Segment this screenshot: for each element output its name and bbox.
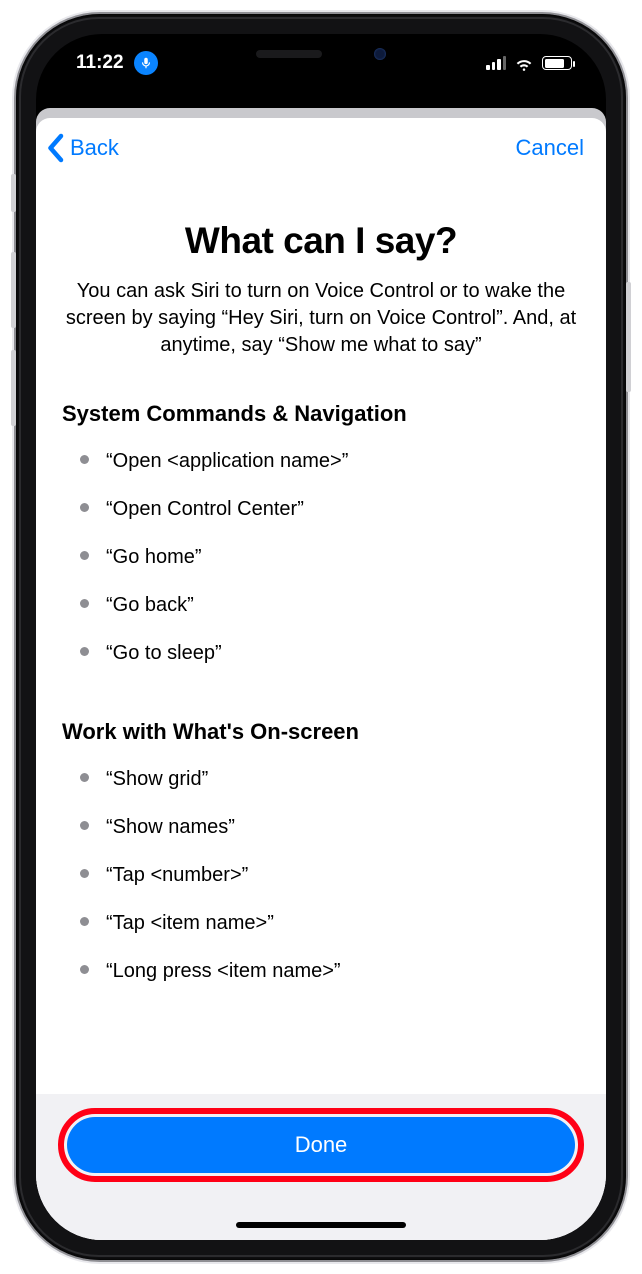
list-item: “Show grid” bbox=[80, 767, 580, 791]
screen: 11:22 Back Cancel bbox=[36, 34, 606, 1240]
footer-bar: Done bbox=[36, 1094, 606, 1240]
page-subtitle: You can ask Siri to turn on Voice Contro… bbox=[64, 278, 578, 359]
home-indicator[interactable] bbox=[236, 1222, 406, 1228]
cancel-button[interactable]: Cancel bbox=[512, 131, 588, 165]
list-item: “Long press <item name>” bbox=[80, 959, 580, 983]
page-title: What can I say? bbox=[62, 220, 580, 262]
done-button-highlight: Done bbox=[58, 1108, 584, 1182]
earpiece-speaker bbox=[256, 50, 322, 58]
section-heading-onscreen: Work with What's On-screen bbox=[62, 719, 580, 745]
list-item: “Tap <number>” bbox=[80, 863, 580, 887]
list-item: “Go home” bbox=[80, 545, 580, 569]
nav-bar: Back Cancel bbox=[36, 118, 606, 178]
volume-up-button bbox=[11, 252, 16, 328]
back-button[interactable]: Back bbox=[44, 131, 123, 165]
mute-switch bbox=[11, 174, 16, 212]
chevron-left-icon bbox=[44, 133, 66, 163]
wifi-icon bbox=[514, 53, 534, 73]
status-time: 11:22 bbox=[76, 52, 124, 74]
list-item: “Show names” bbox=[80, 815, 580, 839]
list-item: “Open Control Center” bbox=[80, 497, 580, 521]
onscreen-commands-list: “Show grid” “Show names” “Tap <number>” … bbox=[62, 767, 580, 983]
modal-sheet: Back Cancel What can I say? You can ask … bbox=[36, 118, 606, 1240]
microphone-icon bbox=[134, 51, 158, 75]
phone-frame: 11:22 Back Cancel bbox=[16, 14, 626, 1260]
front-camera bbox=[374, 48, 386, 60]
back-label[interactable]: Back bbox=[66, 131, 123, 165]
list-item: “Go back” bbox=[80, 593, 580, 617]
battery-icon bbox=[542, 56, 572, 70]
notch bbox=[194, 34, 448, 73]
list-item: “Open <application name>” bbox=[80, 449, 580, 473]
side-button bbox=[626, 282, 631, 392]
system-commands-list: “Open <application name>” “Open Control … bbox=[62, 449, 580, 719]
done-button[interactable]: Done bbox=[67, 1117, 575, 1173]
content-area: What can I say? You can ask Siri to turn… bbox=[36, 178, 606, 1094]
list-item: “Go to sleep” bbox=[80, 641, 580, 665]
volume-down-button bbox=[11, 350, 16, 426]
list-item: “Tap <item name>” bbox=[80, 911, 580, 935]
cellular-signal-icon bbox=[486, 56, 506, 70]
section-heading-system: System Commands & Navigation bbox=[62, 401, 580, 427]
